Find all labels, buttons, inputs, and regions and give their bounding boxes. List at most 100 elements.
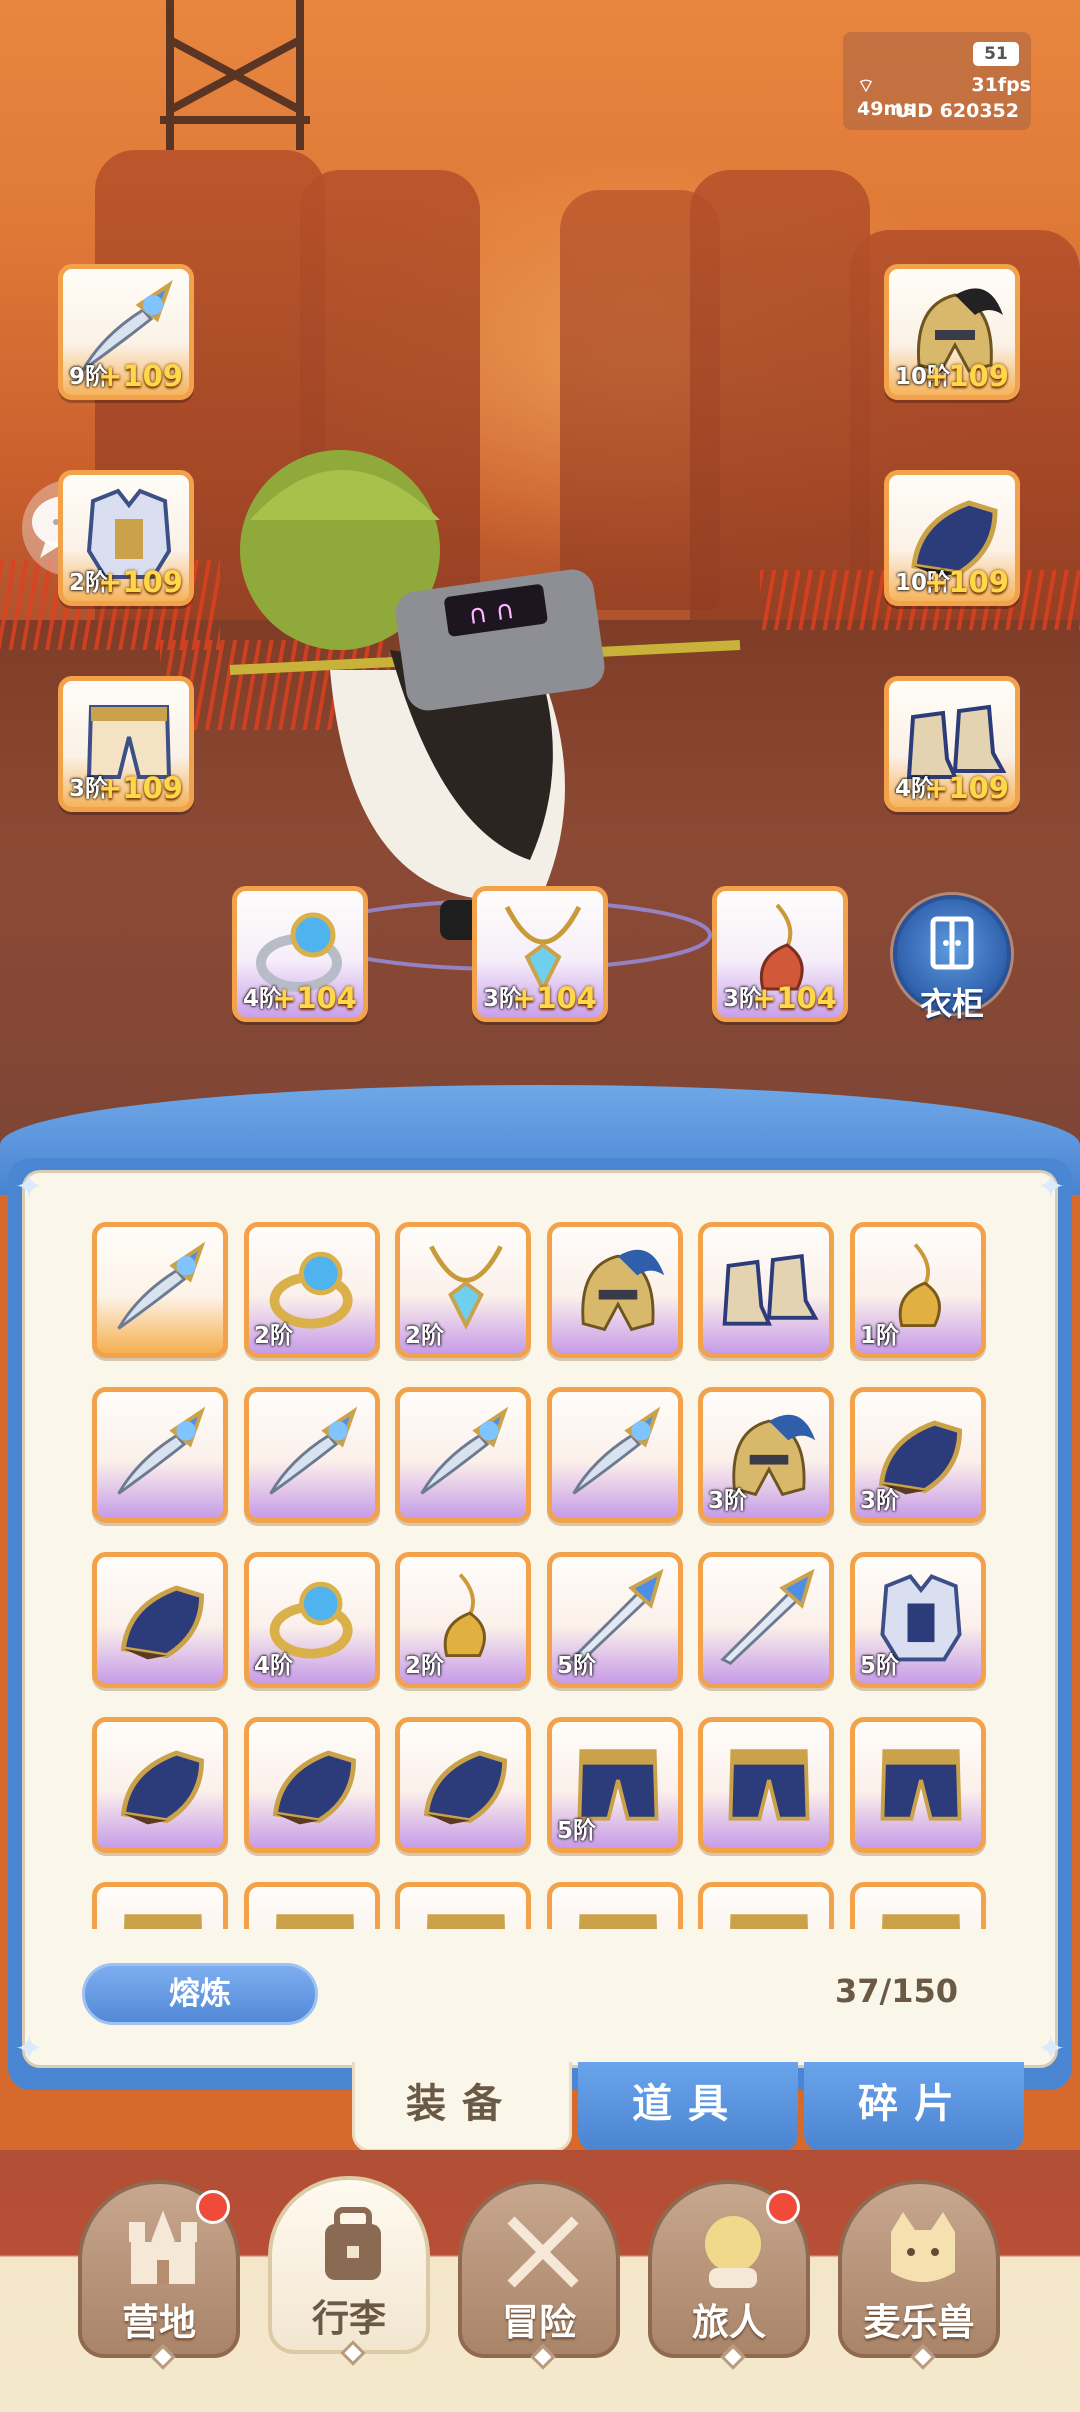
inventory-grid[interactable]: 2阶 2阶 1阶 3阶 3阶 4阶 2阶 5阶 5阶 5阶 xyxy=(92,1222,992,1929)
inventory-item[interactable] xyxy=(698,1882,834,1929)
svg-text:∩ ∩: ∩ ∩ xyxy=(466,595,516,631)
inventory-item[interactable]: 2阶 xyxy=(244,1222,380,1358)
inventory-item[interactable] xyxy=(92,1717,228,1853)
equipped-helmet-slot[interactable]: 10阶 +109 xyxy=(884,264,1020,400)
armored-boots-icon xyxy=(722,1253,819,1326)
armored-gauntlet-icon xyxy=(120,1585,204,1660)
inventory-item[interactable] xyxy=(92,1387,228,1523)
crossed-swords-icon xyxy=(507,2216,579,2288)
nav-backpack[interactable]: 行李 xyxy=(268,2176,430,2366)
tier-label: 5阶 xyxy=(860,1653,900,1679)
armored-pants-icon xyxy=(427,1914,505,1929)
armored-pants-icon xyxy=(880,1749,962,1821)
curved-dagger-icon xyxy=(572,1406,661,1495)
inventory-item[interactable] xyxy=(850,1717,986,1853)
inventory-item[interactable]: 2阶 xyxy=(395,1552,531,1688)
inventory-item[interactable]: 5阶 xyxy=(547,1552,683,1688)
inventory-item[interactable] xyxy=(547,1387,683,1523)
tier-label: 5阶 xyxy=(557,1818,597,1844)
enhance-level: +104 xyxy=(272,981,357,1015)
armored-gauntlet-icon xyxy=(423,1750,507,1825)
armored-pants-icon xyxy=(728,1749,810,1821)
armored-pants-icon xyxy=(124,1914,202,1929)
inventory-item[interactable] xyxy=(698,1222,834,1358)
nav-crossed-swords[interactable]: 冒险 xyxy=(458,2180,620,2370)
nav-label: 营地 xyxy=(122,2301,196,2344)
inventory-item[interactable] xyxy=(92,1222,228,1358)
inventory-item[interactable] xyxy=(244,1882,380,1929)
equipped-boots-slot[interactable]: 4阶 +109 xyxy=(884,676,1020,812)
nav-cat[interactable]: 麦乐兽 xyxy=(838,2180,1000,2370)
notification-badge xyxy=(196,2190,230,2224)
equipped-pants-slot[interactable]: 3阶 +109 xyxy=(58,676,194,812)
armored-pants-icon xyxy=(730,1914,808,1929)
inventory-item[interactable] xyxy=(92,1882,228,1929)
equipped-gloves-slot[interactable]: 10阶 +109 xyxy=(884,470,1020,606)
tier-label: 5阶 xyxy=(557,1653,597,1679)
plumed-helmet-icon xyxy=(581,1249,665,1332)
armored-pants-icon xyxy=(882,1914,960,1929)
nav-label: 行李 xyxy=(312,2297,386,2340)
inventory-item[interactable] xyxy=(395,1387,531,1523)
wifi-icon: ⌔ xyxy=(857,75,875,97)
inventory-item[interactable]: 5阶 xyxy=(850,1552,986,1688)
inventory-item[interactable] xyxy=(244,1387,380,1523)
long-sword-icon xyxy=(720,1568,815,1666)
inventory-item[interactable]: 1阶 xyxy=(850,1222,986,1358)
uid-label: UID 620352 xyxy=(894,100,1019,122)
armored-gauntlet-icon xyxy=(120,1750,204,1825)
tab-items[interactable]: 道具 xyxy=(578,2062,798,2152)
corner-ornament: ✦ xyxy=(14,1167,44,1207)
tab-equipment[interactable]: 装备 xyxy=(352,2062,572,2152)
inventory-item[interactable]: 3阶 xyxy=(698,1387,834,1523)
inventory-item[interactable] xyxy=(547,1222,683,1358)
equipped-armor-slot[interactable]: 2阶 +109 xyxy=(58,470,194,606)
cat-icon xyxy=(891,2212,955,2282)
smelt-button[interactable]: 熔炼 xyxy=(82,1963,318,2025)
inventory-item[interactable] xyxy=(395,1717,531,1853)
corner-ornament: ✦ xyxy=(1036,2029,1066,2069)
equipped-weapon-slot[interactable]: 9阶 +109 xyxy=(58,264,194,400)
curved-dagger-icon xyxy=(117,1406,206,1495)
equipped-ring-slot[interactable]: 4阶 +104 xyxy=(232,886,368,1022)
nav-castle[interactable]: 营地 xyxy=(78,2180,240,2370)
nav-label: 旅人 xyxy=(692,2301,766,2344)
inventory-count: 37/150 xyxy=(834,1972,958,2010)
nav-label: 麦乐兽 xyxy=(863,2301,975,2344)
inventory-item[interactable]: 2阶 xyxy=(395,1222,531,1358)
inventory-item[interactable]: 5阶 xyxy=(547,1717,683,1853)
tier-label: 2阶 xyxy=(405,1653,445,1679)
enhance-level: +109 xyxy=(98,771,183,805)
tier-label: 1阶 xyxy=(860,1323,900,1349)
inventory-item[interactable] xyxy=(244,1717,380,1853)
wooden-tower xyxy=(160,0,310,150)
inventory-item[interactable] xyxy=(850,1882,986,1929)
curved-dagger-icon xyxy=(420,1406,509,1495)
status-panel: 51 ⌔ 49ms 31fps UID 620352 xyxy=(843,32,1031,130)
inventory-item[interactable]: 3阶 xyxy=(850,1387,986,1523)
corner-ornament: ✦ xyxy=(14,2029,44,2069)
wardrobe-button[interactable]: 衣柜 xyxy=(893,895,1011,1023)
enhance-level: +109 xyxy=(98,565,183,599)
enhance-level: +104 xyxy=(512,981,597,1015)
notification-badge xyxy=(766,2190,800,2224)
curved-dagger-icon xyxy=(269,1406,358,1495)
inventory-item[interactable] xyxy=(698,1717,834,1853)
equipped-necklace-slot[interactable]: 3阶 +104 xyxy=(472,886,608,1022)
armored-pants-icon xyxy=(579,1914,657,1929)
inventory-item[interactable]: 4阶 xyxy=(244,1552,380,1688)
backpack-icon xyxy=(325,2207,381,2280)
nav-character[interactable]: 旅人 xyxy=(648,2180,810,2370)
tier-label: 3阶 xyxy=(860,1488,900,1514)
nav-label: 冒险 xyxy=(502,2301,576,2344)
enhance-level: +109 xyxy=(924,771,1009,805)
tier-label: 2阶 xyxy=(254,1323,294,1349)
inventory-item[interactable] xyxy=(92,1552,228,1688)
equipped-charm-slot[interactable]: 3阶 +104 xyxy=(712,886,848,1022)
inventory-item[interactable] xyxy=(547,1882,683,1929)
tab-fragments[interactable]: 碎片 xyxy=(804,2062,1024,2152)
inventory-item[interactable] xyxy=(395,1882,531,1929)
enhance-level: +104 xyxy=(752,981,837,1015)
inventory-item[interactable] xyxy=(698,1552,834,1688)
corner-ornament: ✦ xyxy=(1036,1167,1066,1207)
